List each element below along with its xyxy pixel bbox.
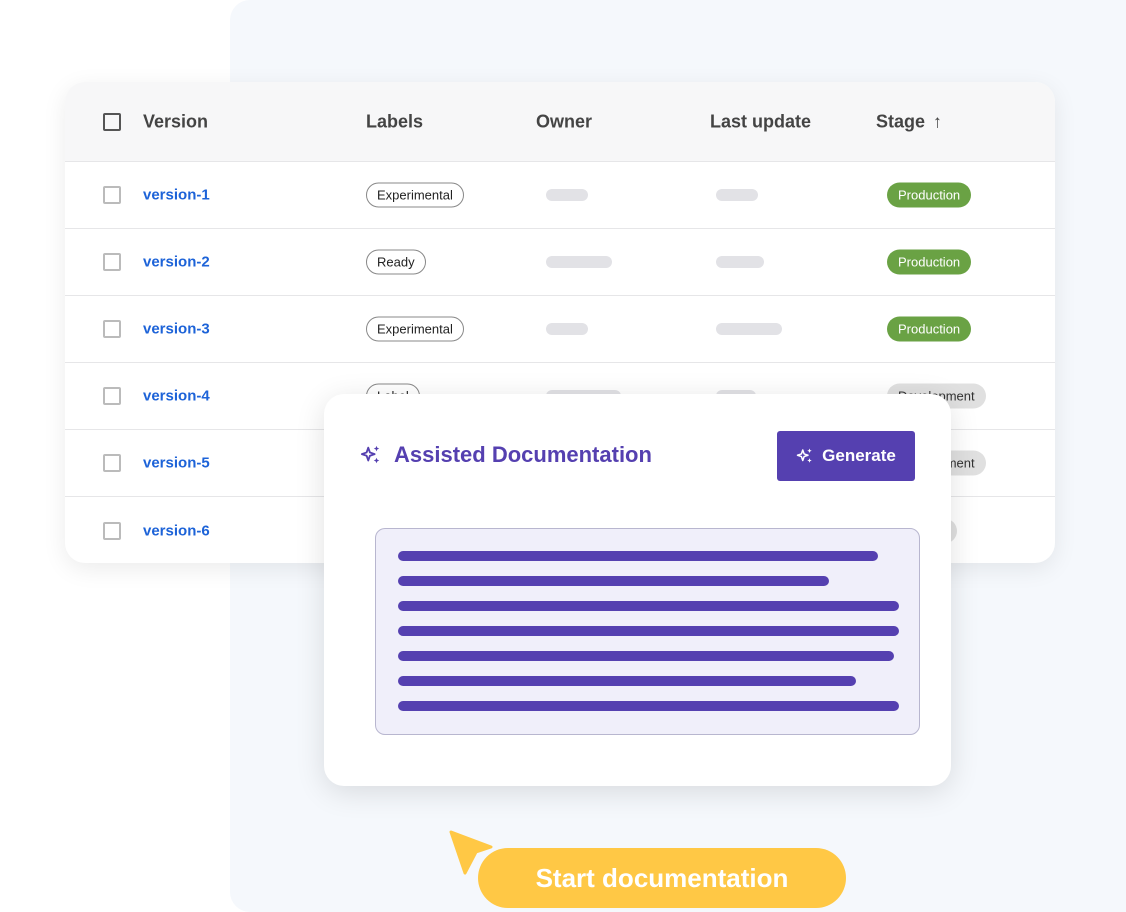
version-link[interactable]: version-1 [143, 187, 210, 204]
column-last-update[interactable]: Last update [710, 111, 811, 132]
row-checkbox[interactable] [103, 521, 121, 540]
text-line [398, 651, 894, 661]
row-checkbox[interactable] [103, 253, 121, 271]
text-line [398, 551, 878, 561]
row-checkbox[interactable] [103, 320, 121, 338]
label-chip: Experimental [366, 182, 464, 208]
sparkles-icon [360, 445, 380, 464]
table-row[interactable]: version-1 Experimental Production [65, 162, 1055, 229]
table-row[interactable]: version-2 Ready Production [65, 229, 1055, 296]
column-owner[interactable]: Owner [536, 111, 592, 132]
table-header: Version Labels Owner Last update Stage ↑ [65, 82, 1055, 162]
owner-placeholder [546, 323, 588, 335]
start-documentation-button[interactable]: Start documentation [478, 848, 846, 908]
table-row[interactable]: version-3 Experimental Production [65, 296, 1055, 363]
assisted-documentation-card: Assisted Documentation Generate [324, 394, 951, 786]
last-update-placeholder [716, 256, 764, 268]
stage-badge: Production [887, 182, 972, 208]
version-link[interactable]: version-2 [143, 254, 210, 271]
generate-label: Generate [822, 446, 896, 465]
column-stage-label: Stage [876, 111, 926, 131]
column-labels[interactable]: Labels [366, 111, 423, 132]
version-link[interactable]: version-6 [143, 522, 210, 539]
version-link[interactable]: version-4 [143, 388, 210, 405]
row-checkbox[interactable] [103, 454, 121, 472]
last-update-placeholder [716, 323, 782, 335]
owner-placeholder [546, 256, 612, 268]
row-checkbox[interactable] [103, 387, 121, 405]
card-title: Assisted Documentation [394, 442, 652, 467]
text-line [398, 676, 856, 686]
stage-badge: Production [887, 249, 972, 275]
text-line [398, 576, 829, 586]
version-link[interactable]: version-5 [143, 455, 210, 472]
documentation-textarea[interactable] [375, 528, 920, 735]
column-version[interactable]: Version [143, 111, 208, 132]
text-line [398, 626, 900, 636]
column-stage[interactable]: Stage ↑ [876, 111, 942, 132]
generate-button[interactable]: Generate [777, 431, 915, 481]
last-update-placeholder [716, 189, 758, 201]
version-link[interactable]: version-3 [143, 321, 210, 338]
label-chip: Ready [366, 249, 426, 275]
select-all-checkbox[interactable] [103, 112, 121, 131]
arrow-up-icon: ↑ [933, 111, 943, 131]
row-checkbox[interactable] [103, 186, 121, 204]
stage-badge: Production [887, 316, 972, 342]
label-chip: Experimental [366, 316, 464, 342]
text-line [398, 701, 900, 711]
owner-placeholder [546, 189, 588, 201]
sparkles-icon [796, 448, 812, 463]
text-line [398, 601, 900, 611]
